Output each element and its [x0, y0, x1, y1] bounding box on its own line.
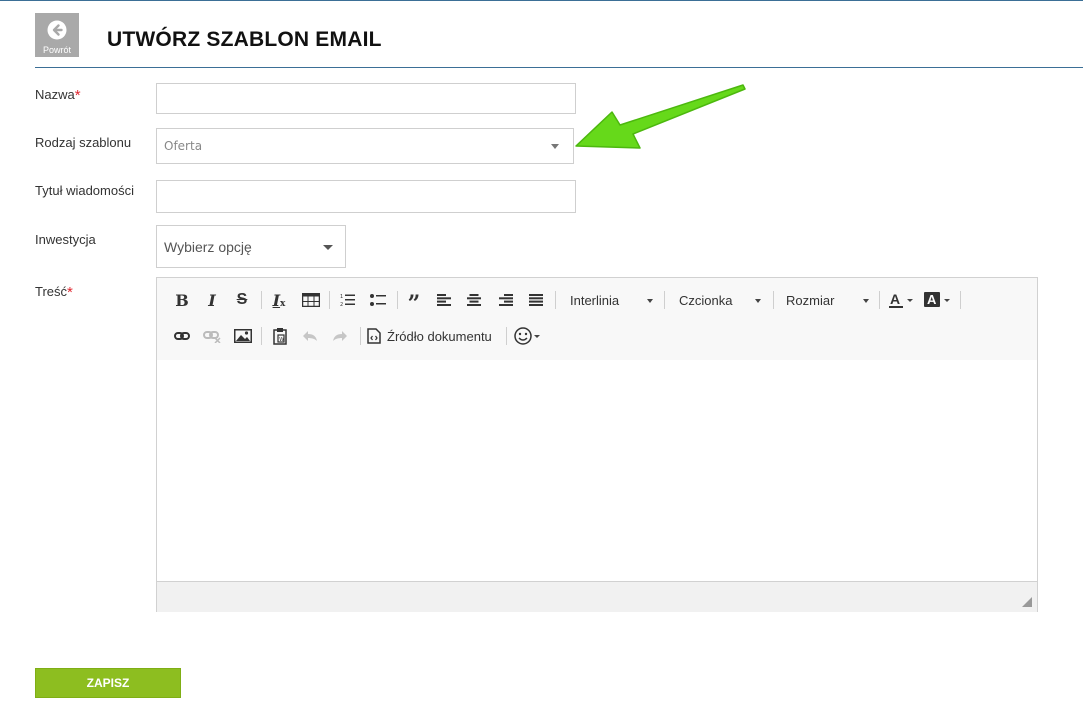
chevron-down-icon — [755, 299, 761, 303]
title-divider — [35, 67, 1083, 68]
unlink-icon[interactable] — [201, 325, 223, 347]
svg-text:A: A — [890, 292, 900, 307]
size-dropdown[interactable]: Rozmiar — [786, 289, 871, 311]
bold-icon[interactable]: B — [171, 289, 193, 311]
toolbar-separator — [960, 291, 961, 309]
line-height-label: Interlinia — [570, 292, 620, 308]
svg-text:A: A — [927, 292, 937, 307]
toolbar-separator — [879, 291, 880, 309]
remove-format-icon[interactable]: Ix — [267, 289, 291, 311]
bulleted-list-icon[interactable] — [367, 289, 389, 311]
strikethrough-icon[interactable]: S — [231, 289, 253, 311]
blockquote-icon[interactable]: ” — [403, 289, 425, 317]
investment-value: Wybierz opcję — [164, 239, 252, 255]
source-document-icon — [367, 328, 381, 344]
toolbar-separator — [360, 327, 361, 345]
toolbar-separator — [555, 291, 556, 309]
line-height-dropdown[interactable]: Interlinia — [570, 289, 665, 311]
toolbar-separator — [261, 327, 262, 345]
background-color-icon[interactable]: A — [923, 289, 953, 311]
template-type-label: Rodzaj szablonu — [35, 135, 132, 150]
save-button[interactable]: ZAPISZ — [35, 668, 181, 698]
toolbar-separator — [664, 291, 665, 309]
align-left-icon[interactable] — [433, 289, 455, 311]
resize-handle-icon[interactable] — [1022, 597, 1032, 607]
source-button[interactable]: Źródło dokumentu — [367, 325, 499, 347]
source-label: Źródło dokumentu — [387, 328, 492, 344]
investment-select[interactable]: Wybierz opcję — [156, 225, 346, 268]
svg-text:2: 2 — [340, 302, 343, 307]
page-title: UTWÓRZ SZABLON EMAIL — [107, 28, 382, 51]
editor-content-area[interactable] — [157, 360, 1037, 581]
chevron-down-icon — [863, 299, 869, 303]
font-label: Czcionka — [679, 292, 733, 308]
svg-text:1: 1 — [340, 294, 343, 300]
rich-text-editor: B I S Ix 12 ” Interlinia Czcionka Rozmia… — [156, 277, 1038, 612]
align-center-icon[interactable] — [463, 289, 485, 311]
top-border — [0, 0, 1083, 1]
toolbar-separator — [261, 291, 262, 309]
numbered-list-icon[interactable]: 12 — [337, 289, 359, 311]
annotation-arrow-icon — [575, 84, 746, 149]
text-color-icon[interactable]: A — [887, 289, 917, 311]
editor-toolbar: B I S Ix 12 ” Interlinia Czcionka Rozmia… — [157, 278, 1037, 361]
align-right-icon[interactable] — [495, 289, 517, 311]
toolbar-separator — [506, 327, 507, 345]
svg-text:W: W — [279, 337, 284, 343]
template-type-value: Oferta — [164, 139, 203, 153]
undo-icon[interactable] — [299, 325, 321, 347]
subject-label: Tytuł wiadomości — [35, 183, 134, 198]
align-justify-icon[interactable] — [525, 289, 547, 311]
link-icon[interactable] — [171, 325, 193, 347]
paste-icon[interactable]: W — [269, 325, 291, 347]
size-label: Rozmiar — [786, 292, 835, 308]
arrow-left-circle-icon — [47, 20, 67, 40]
template-type-select[interactable]: Oferta — [156, 128, 574, 164]
toolbar-separator — [329, 291, 330, 309]
table-icon[interactable] — [299, 289, 323, 311]
required-mark: * — [67, 284, 73, 301]
subject-input[interactable] — [156, 180, 576, 213]
content-label: Treść* — [35, 284, 73, 301]
font-dropdown[interactable]: Czcionka — [679, 289, 764, 311]
back-label: Powrót — [42, 45, 71, 55]
italic-icon[interactable]: I — [201, 289, 223, 311]
back-button[interactable]: Powrót — [35, 13, 79, 57]
emoji-icon[interactable] — [512, 325, 544, 347]
chevron-down-icon — [647, 299, 653, 303]
editor-statusbar — [157, 581, 1037, 612]
redo-icon[interactable] — [329, 325, 351, 347]
investment-label: Inwestycja — [35, 232, 96, 247]
chevron-down-icon — [323, 245, 333, 250]
name-input[interactable] — [156, 83, 576, 114]
toolbar-separator — [397, 291, 398, 309]
image-icon[interactable] — [231, 325, 255, 347]
required-mark: * — [74, 87, 81, 104]
toolbar-separator — [773, 291, 774, 309]
chevron-down-icon — [551, 144, 559, 149]
name-label: Nazwa* — [35, 87, 81, 104]
